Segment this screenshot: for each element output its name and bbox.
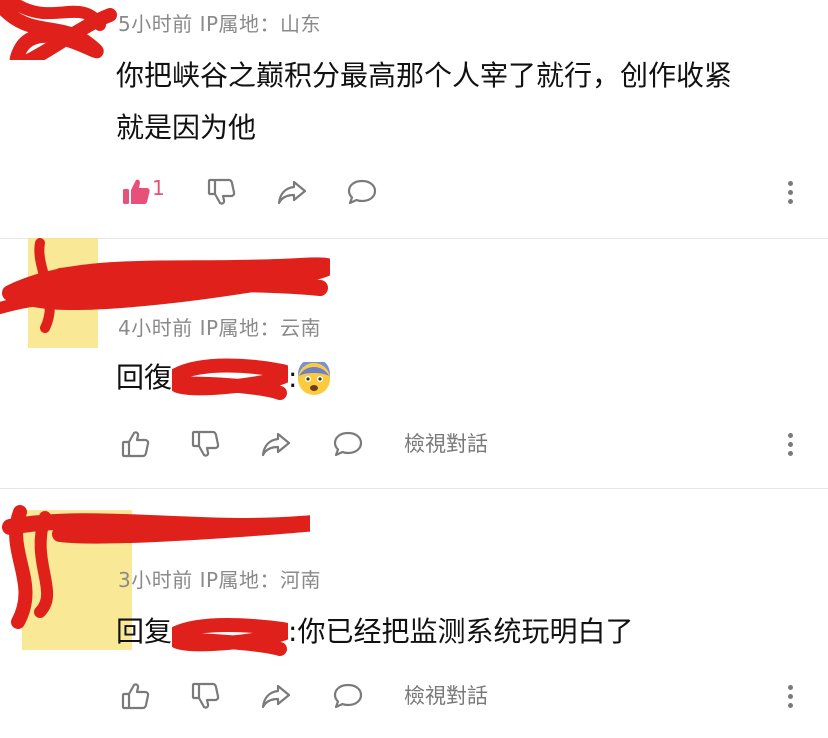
dislike-button[interactable]	[186, 424, 226, 464]
dislike-button[interactable]	[202, 172, 242, 212]
redacted-mention	[172, 618, 289, 656]
like-button[interactable]	[116, 676, 156, 716]
comment-text-line: 你把峡谷之巅积分最高那个人宰了就行，创作收紧	[116, 59, 733, 92]
reply-content: :	[288, 361, 298, 394]
view-conversation-link[interactable]: 檢視對話	[404, 680, 488, 710]
more-options-button[interactable]	[780, 424, 800, 464]
thumbs-down-icon	[207, 178, 236, 205]
thumbs-up-icon	[123, 179, 150, 204]
comment-bubble-icon	[333, 683, 363, 709]
comment-meta: 3小时前 IP属地：河南	[118, 568, 322, 592]
share-icon	[261, 432, 291, 457]
reply-text: 回復:	[116, 352, 806, 405]
thumbs-up-icon	[121, 431, 150, 458]
comment-1: 5小时前 IP属地：山东 你把峡谷之巅积分最高那个人宰了就行，创作收紧 就是因为…	[0, 0, 828, 238]
reply-prefix: 回复	[116, 615, 173, 648]
like-count: 1	[152, 176, 165, 200]
redacted-mention	[172, 358, 289, 400]
more-options-button[interactable]	[780, 676, 800, 716]
reply-text: 回复 :你已经把监测系统玩明白了	[116, 606, 806, 659]
share-button[interactable]	[272, 172, 312, 212]
like-button[interactable]	[116, 172, 156, 212]
thumbs-down-icon	[191, 682, 220, 709]
dislike-button[interactable]	[186, 676, 226, 716]
more-vertical-icon	[787, 180, 793, 186]
thumbs-up-icon	[121, 683, 150, 710]
reply-button[interactable]	[328, 676, 368, 716]
comment-bubble-icon	[333, 431, 363, 457]
anxious-face-emoji	[298, 362, 331, 395]
comment-actions: 1	[116, 172, 806, 212]
reply-button[interactable]	[342, 172, 382, 212]
comment-text: 你把峡谷之巅积分最高那个人宰了就行，创作收紧 就是因为他	[116, 50, 806, 154]
comment-actions: 檢視對話	[116, 424, 806, 464]
more-vertical-icon	[787, 684, 793, 690]
comment-text-line: 就是因为他	[116, 111, 257, 144]
share-icon	[261, 684, 291, 709]
reply-prefix: 回復	[116, 361, 173, 394]
share-icon	[277, 180, 307, 205]
reply-button[interactable]	[328, 424, 368, 464]
comment-2: 4小时前 IP属地：云南 回復: 檢視對話	[0, 238, 828, 488]
comment-meta: 5小时前 IP属地：山东	[118, 12, 322, 36]
more-vertical-icon	[787, 432, 793, 438]
like-button[interactable]	[116, 424, 156, 464]
comment-bubble-icon	[347, 179, 377, 205]
comment-meta: 4小时前 IP属地：云南	[118, 316, 322, 340]
share-button[interactable]	[256, 424, 296, 464]
more-options-button[interactable]	[780, 172, 800, 212]
redaction-scribble-avatar	[0, 0, 117, 60]
comment-actions: 檢視對話	[116, 676, 806, 716]
reply-content: :你已经把监测系统玩明白了	[288, 615, 634, 648]
thumbs-down-icon	[191, 430, 220, 457]
share-button[interactable]	[256, 676, 296, 716]
comment-3: 3小时前 IP属地：河南 回复 :你已经把监测系统玩明白了 檢視對話	[0, 488, 828, 738]
view-conversation-link[interactable]: 檢視對話	[404, 428, 488, 458]
